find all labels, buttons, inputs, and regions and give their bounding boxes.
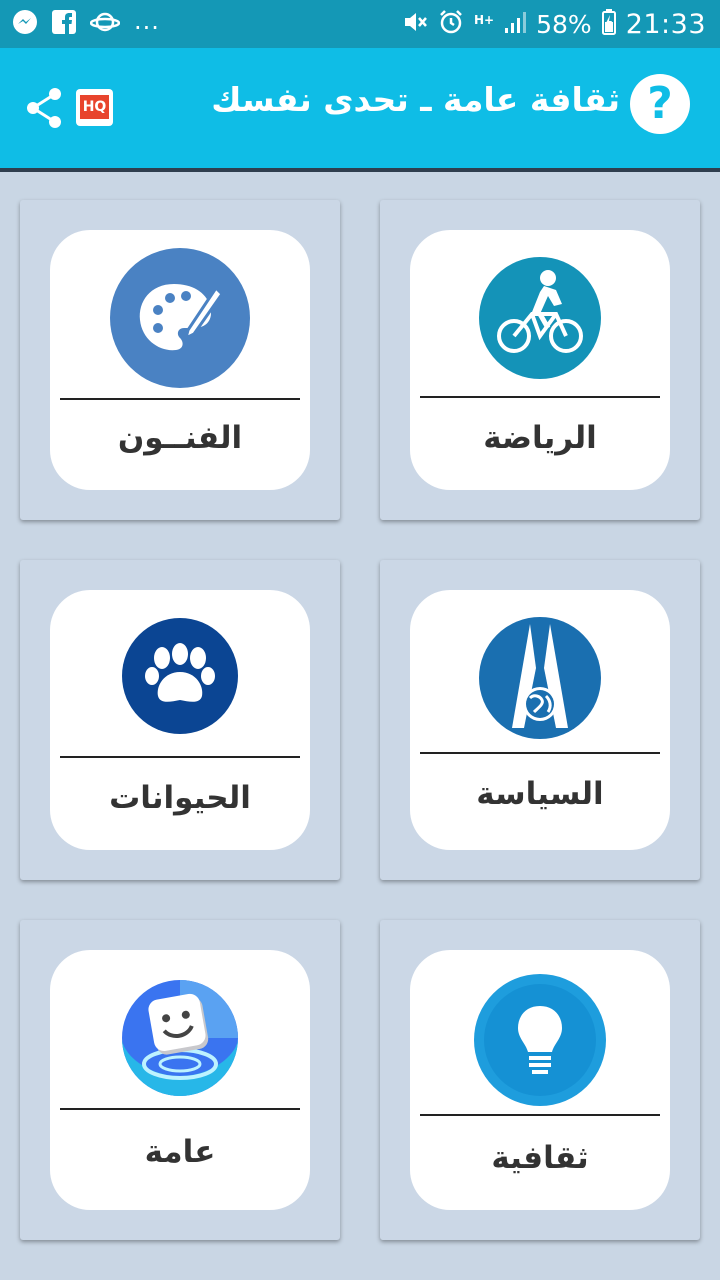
divider: [420, 752, 660, 754]
battery-percent: 58%: [536, 9, 592, 39]
smiley-cube-icon: [122, 980, 238, 1096]
lightbulb-icon: [474, 974, 606, 1106]
category-tile-arts[interactable]: الفنــون: [20, 200, 340, 520]
network-type: H+: [474, 13, 495, 27]
facebook-icon: [52, 10, 76, 38]
category-label: السياسة: [476, 776, 604, 812]
palette-icon: [110, 248, 250, 388]
politics-globe-icon: [470, 616, 610, 756]
alarm-icon: [438, 9, 464, 39]
share-button[interactable]: [24, 86, 64, 130]
category-tile-politics[interactable]: السياسة: [380, 560, 700, 880]
mute-icon: [402, 9, 428, 39]
app-bar-divider: [0, 168, 720, 172]
divider: [60, 1108, 300, 1110]
category-label: الفنــون: [117, 420, 243, 456]
hq-button[interactable]: HQ: [76, 89, 113, 126]
status-right: H+ 58% 21:33: [402, 8, 706, 40]
clock: 21:33: [625, 8, 706, 40]
saturn-icon: [89, 10, 121, 38]
hq-icon: HQ: [80, 95, 109, 119]
divider: [60, 398, 300, 400]
help-button[interactable]: ?: [630, 74, 690, 134]
category-tile-culture[interactable]: ثقافية: [380, 920, 700, 1240]
divider: [60, 756, 300, 758]
question-icon: ?: [647, 78, 673, 129]
category-card[interactable]: الرياضة: [410, 230, 670, 490]
category-card[interactable]: الفنــون: [50, 230, 310, 490]
divider: [420, 1114, 660, 1116]
category-card[interactable]: ثقافية: [410, 950, 670, 1210]
category-card[interactable]: السياسة: [410, 590, 670, 850]
category-card[interactable]: عامة: [50, 950, 310, 1210]
category-tile-sports[interactable]: الرياضة: [380, 200, 700, 520]
category-card[interactable]: الحيوانات: [50, 590, 310, 850]
status-bar: ... H+ 58% 21:33: [0, 0, 720, 48]
battery-icon: [601, 9, 616, 39]
category-tile-animals[interactable]: الحيوانات: [20, 560, 340, 880]
app-title: ثقافة عامة ـ تحدى نفسك: [211, 80, 620, 119]
category-tile-general[interactable]: عامة: [20, 920, 340, 1240]
cyclist-icon: [470, 256, 610, 396]
paw-icon: [122, 616, 238, 736]
divider: [420, 396, 660, 398]
status-left: ...: [12, 7, 160, 40]
category-label: الحيوانات: [109, 780, 251, 816]
messenger-icon: [12, 9, 38, 39]
overflow-dots: ...: [134, 7, 160, 35]
category-label: عامة: [144, 1134, 216, 1170]
signal-icon: [504, 10, 527, 38]
category-label: الرياضة: [483, 420, 597, 456]
share-icon: [27, 88, 61, 128]
category-label: ثقافية: [491, 1140, 589, 1176]
